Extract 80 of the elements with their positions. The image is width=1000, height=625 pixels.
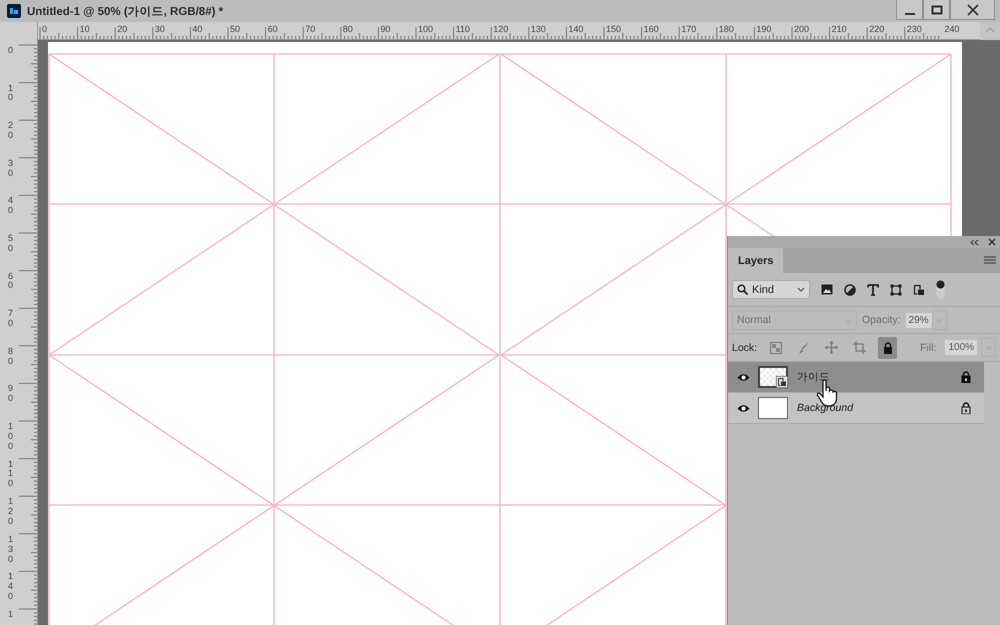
filter-toggle-icon[interactable]	[936, 280, 945, 300]
filter-dropdown[interactable]: Kind	[732, 280, 810, 299]
layer-row[interactable]: 가이드	[728, 362, 984, 393]
ruler-label: 10	[80, 24, 90, 34]
brush-icon	[798, 340, 810, 354]
app-logo-icon	[7, 4, 21, 18]
ruler-label: 50	[8, 234, 14, 254]
layers-tab[interactable]: Layers	[728, 248, 784, 273]
ruler-label: 30	[154, 24, 165, 34]
maximize-icon	[930, 4, 942, 16]
layer-name: Background	[797, 402, 854, 414]
ruler-label: 40	[192, 24, 202, 34]
ruler-label: 140	[8, 572, 14, 602]
ruler-label: 180	[718, 24, 734, 34]
search-icon	[737, 284, 748, 295]
layer-thumbnail	[758, 366, 788, 388]
lock-icon	[882, 342, 893, 354]
collapse-icon[interactable]	[970, 238, 979, 246]
ruler-label: 90	[8, 384, 14, 404]
crop-icon	[853, 341, 866, 354]
ruler-label: 200	[794, 24, 810, 34]
close-icon[interactable]	[988, 238, 996, 246]
ruler-label: 140	[568, 24, 584, 34]
ruler-label: 170	[681, 24, 696, 34]
type-filter-icon[interactable]	[867, 284, 879, 296]
ruler-label: 110	[456, 24, 470, 34]
blend-mode-dropdown[interactable]: Normal	[732, 310, 857, 330]
ruler-label: 70	[8, 309, 14, 329]
shape-filter-icon[interactable]	[890, 284, 902, 296]
ruler-label: 120	[8, 497, 14, 527]
ruler-label: 90	[380, 24, 390, 34]
ruler-label: 150	[606, 24, 622, 34]
ruler-label: 0	[8, 46, 14, 56]
ruler-label: 50	[230, 24, 240, 34]
ruler-label: 60	[268, 24, 278, 34]
window-title: Untitled-1 @ 50% (가이드, RGB/8#) *	[27, 4, 224, 18]
layer-row[interactable]: Background	[728, 393, 984, 424]
ruler-label: 230	[906, 24, 922, 34]
image-filter-icon[interactable]	[821, 284, 833, 295]
lock-all-button[interactable]	[878, 336, 898, 358]
maximize-button[interactable]	[923, 0, 950, 20]
ruler-label: 40	[8, 196, 14, 216]
move-icon	[825, 341, 838, 354]
minimize-icon	[904, 12, 914, 14]
fill-label: Fill:	[920, 342, 936, 354]
checkerboard-icon	[770, 342, 782, 354]
opacity-field[interactable]: 29%	[906, 312, 932, 328]
ruler-label: 20	[117, 24, 128, 34]
ruler-label: 210	[832, 24, 847, 34]
ruler-label: 30	[8, 158, 14, 179]
lock-label: Lock:	[732, 342, 758, 354]
ruler-label: 1	[8, 610, 14, 620]
ruler-label: 220	[869, 24, 884, 34]
layer-name: 가이드	[797, 370, 830, 384]
close-icon	[966, 4, 978, 16]
minimize-button[interactable]	[896, 0, 923, 20]
ruler-label: 20	[8, 121, 14, 141]
adjustment-filter-icon[interactable]	[844, 284, 856, 296]
ruler-label: 0	[42, 24, 48, 34]
layer-thumbnail	[758, 397, 788, 419]
ruler-label: 100	[418, 24, 434, 34]
ruler-label: 110	[8, 460, 14, 490]
ruler-label: 80	[342, 24, 353, 34]
smart-object-filter-icon[interactable]	[913, 284, 925, 296]
ruler-label: 240	[944, 24, 960, 34]
ruler-label: 10	[8, 84, 14, 104]
ruler-label: 160	[644, 24, 659, 34]
ruler-label: 80	[8, 346, 14, 367]
ruler-label: 190	[756, 24, 772, 34]
opacity-label: Opacity:	[862, 314, 901, 326]
ruler-label: 60	[8, 272, 14, 292]
fill-field[interactable]: 100%	[945, 340, 978, 355]
ruler-label: 130	[530, 24, 546, 34]
vertical-scrollbar[interactable]	[980, 22, 1000, 40]
ruler-label: 130	[8, 534, 14, 564]
close-button[interactable]	[950, 0, 995, 20]
ruler-label: 70	[305, 24, 316, 34]
chevron-icon	[797, 287, 805, 292]
ruler-label: 120	[493, 24, 508, 34]
ruler-label: 100	[8, 422, 14, 452]
